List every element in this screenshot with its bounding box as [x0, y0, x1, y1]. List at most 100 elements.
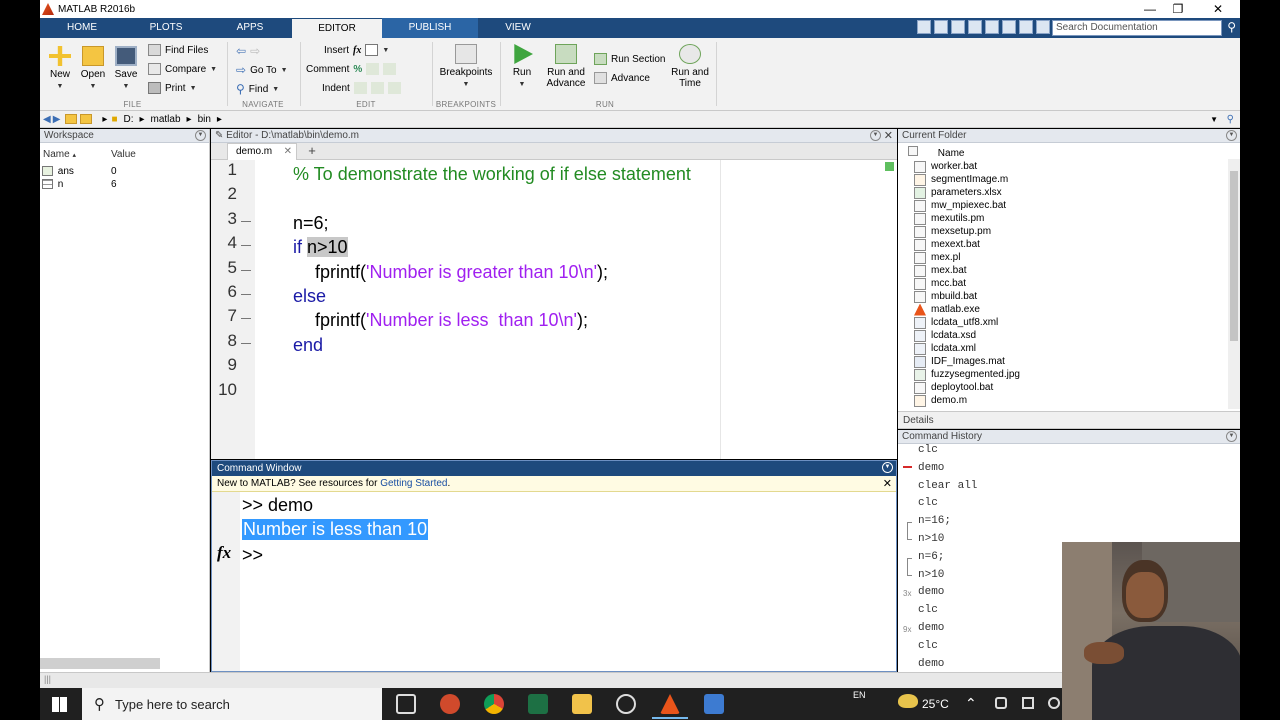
command-window[interactable]: Command Window ▼ New to MATLAB? See reso…: [211, 460, 897, 672]
line-number[interactable]: 5: [211, 258, 237, 278]
command-prompt[interactable]: >>: [242, 545, 263, 566]
line-number[interactable]: 6: [211, 282, 237, 302]
history-item[interactable]: demo: [918, 658, 944, 670]
list-item[interactable]: mexext.bat: [914, 238, 980, 251]
code-line[interactable]: n=6;: [293, 213, 329, 234]
column-header-name[interactable]: Name ▴: [43, 148, 76, 161]
list-item[interactable]: segmentImage.m: [914, 173, 1008, 186]
windows-start-icon[interactable]: [52, 697, 67, 712]
chrome-icon[interactable]: [484, 694, 504, 714]
find-button[interactable]: ⚲ Find ▼: [236, 82, 279, 96]
tab-apps[interactable]: APPS: [208, 18, 292, 38]
breakpoints-button[interactable]: Breakpoints ▼: [438, 44, 494, 90]
function-browser-icon[interactable]: fx: [217, 543, 231, 563]
code-analyzer-status-icon[interactable]: [885, 162, 894, 171]
task-view-icon[interactable]: [396, 694, 416, 714]
panel-menu-icon[interactable]: ▼: [1226, 431, 1237, 442]
back-forward-buttons[interactable]: ⇦ ⇨: [236, 44, 260, 58]
tab-plots[interactable]: PLOTS: [124, 18, 208, 38]
breakpoint-dash[interactable]: [241, 245, 251, 247]
panel-menu-icon[interactable]: ▼: [1226, 130, 1237, 141]
list-item[interactable]: IDF_Images.mat: [914, 355, 1005, 368]
obs-icon[interactable]: [616, 694, 636, 714]
code-line[interactable]: fprintf('Number is greater than 10\n');: [315, 262, 608, 283]
taskbar-search[interactable]: ⚲ Type here to search: [82, 688, 382, 720]
maximize-icon[interactable]: ❐: [1158, 0, 1198, 18]
list-item[interactable]: fuzzysegmented.jpg: [914, 368, 1020, 381]
column-header-name[interactable]: Name: [908, 146, 964, 159]
undo-quick-icon[interactable]: [985, 20, 999, 34]
increase-indent-icon[interactable]: [370, 82, 384, 94]
close-icon[interactable]: ✕: [1198, 0, 1238, 18]
address-dropdown-icon[interactable]: ▼: [1210, 115, 1218, 124]
indent-button[interactable]: Indent: [322, 82, 401, 94]
breadcrumb-matlab[interactable]: matlab: [151, 114, 181, 125]
tab-demo-m[interactable]: demo.m ✕: [227, 143, 297, 160]
search-icon[interactable]: ⚲: [1227, 20, 1236, 34]
language-indicator[interactable]: EN: [853, 690, 866, 700]
list-item[interactable]: mbuild.bat: [914, 290, 977, 303]
excel-icon[interactable]: [528, 694, 548, 714]
scrollbar-thumb[interactable]: [1230, 171, 1238, 341]
history-item[interactable]: demo: [918, 622, 944, 634]
panel-menu-icon[interactable]: ▼: [195, 130, 206, 141]
list-item[interactable]: lcdata.xml: [914, 342, 976, 355]
history-item[interactable]: clc: [918, 640, 938, 652]
panel-menu-icon[interactable]: ▼: [870, 130, 881, 141]
list-item[interactable]: deploytool.bat: [914, 381, 993, 394]
open-button[interactable]: Open ▼: [80, 46, 106, 92]
column-header-value[interactable]: Value: [111, 148, 136, 161]
insert-function-icon[interactable]: [365, 44, 379, 56]
weather-temperature[interactable]: 25°C: [922, 697, 949, 711]
run-and-time-button[interactable]: Run and Time: [670, 44, 710, 89]
compare-button[interactable]: Compare ▼: [148, 63, 217, 75]
history-item[interactable]: demo: [918, 586, 944, 598]
horizontal-scrollbar[interactable]: [40, 658, 160, 669]
details-panel[interactable]: Details: [898, 411, 1240, 429]
redo-quick-icon[interactable]: [1002, 20, 1016, 34]
meet-now-icon[interactable]: [995, 697, 1007, 709]
history-item[interactable]: n=6;: [918, 551, 944, 563]
matlab-taskbar-icon[interactable]: [660, 694, 680, 714]
file-explorer-icon[interactable]: [572, 694, 592, 714]
photos-icon[interactable]: [704, 694, 724, 714]
powerpoint-icon[interactable]: [440, 694, 460, 714]
list-item[interactable]: worker.bat: [914, 160, 977, 173]
list-item[interactable]: lcdata_utf8.xml: [914, 316, 998, 329]
breakpoint-dash[interactable]: [241, 220, 251, 222]
breakpoint-dash[interactable]: [241, 294, 251, 295]
weather-icon[interactable]: [898, 694, 918, 708]
tab-home[interactable]: HOME: [40, 18, 124, 38]
code-line[interactable]: else: [293, 286, 326, 307]
history-item[interactable]: clc: [918, 444, 938, 456]
browse-folder-icon[interactable]: [80, 114, 93, 124]
save-quick-icon[interactable]: [917, 20, 931, 34]
history-item[interactable]: clc: [918, 497, 938, 509]
table-row[interactable]: n 6: [42, 178, 208, 191]
tab-view[interactable]: VIEW: [478, 18, 558, 38]
line-number[interactable]: 10: [211, 380, 237, 400]
list-item[interactable]: mw_mpiexec.bat: [914, 199, 1006, 212]
list-item[interactable]: demo.m: [914, 394, 967, 407]
cut-quick-icon[interactable]: [934, 20, 948, 34]
comment-percent-icon[interactable]: %: [353, 64, 362, 75]
line-number[interactable]: 7: [211, 306, 237, 326]
run-and-advance-button[interactable]: Run and Advance: [546, 44, 586, 89]
getting-started-link[interactable]: Getting Started: [380, 478, 447, 489]
help-quick-icon[interactable]: [1036, 20, 1050, 34]
code-line[interactable]: fprintf('Number is less than 10\n');: [315, 310, 588, 331]
line-number[interactable]: 9: [211, 355, 237, 375]
list-item[interactable]: lcdata.xsd: [914, 329, 976, 342]
code-line[interactable]: % To demonstrate the working of if else …: [293, 164, 691, 185]
close-info-icon[interactable]: ✕: [883, 476, 892, 492]
new-tab-button[interactable]: +: [303, 144, 321, 159]
breadcrumb-bin[interactable]: bin: [198, 114, 211, 125]
uncomment-icon[interactable]: [366, 63, 380, 75]
search-documentation-input[interactable]: Search Documentation: [1052, 20, 1222, 36]
up-folder-icon[interactable]: [65, 114, 78, 124]
copy-quick-icon[interactable]: [951, 20, 965, 34]
paste-quick-icon[interactable]: [968, 20, 982, 34]
comment-button[interactable]: Comment %: [306, 63, 397, 75]
breakpoint-dash[interactable]: [241, 342, 251, 344]
forward-icon[interactable]: ▶: [53, 114, 61, 125]
